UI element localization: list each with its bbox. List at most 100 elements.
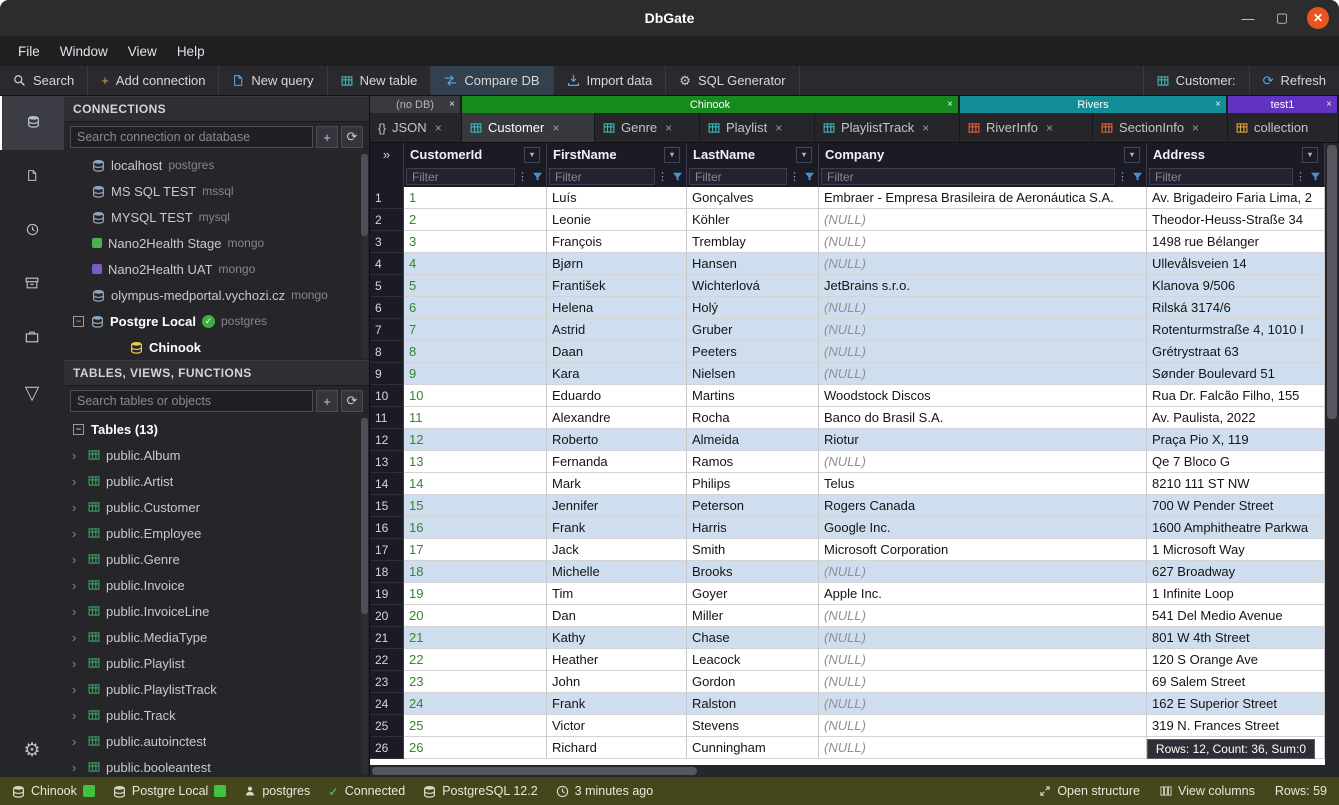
row-number[interactable]: 20 (370, 605, 404, 627)
column-header[interactable]: LastName ▾ (687, 143, 819, 166)
row-number[interactable]: 10 (370, 385, 404, 407)
cell-address[interactable]: Rua Dr. Falcão Filho, 155 (1147, 385, 1325, 407)
row-number[interactable]: 14 (370, 473, 404, 495)
cell-customerid[interactable]: 5 (404, 275, 547, 297)
cell-firstname[interactable]: Victor (547, 715, 687, 737)
tables-search-input[interactable] (70, 390, 313, 412)
filter-funnel-icon[interactable] (1130, 171, 1144, 182)
menu-item[interactable]: Help (167, 40, 215, 63)
close-icon[interactable]: × (1215, 99, 1221, 110)
connection-item[interactable]: Chinook ✓ (64, 334, 369, 360)
chevron-right-icon[interactable]: › (72, 500, 82, 515)
filter-menu-icon[interactable]: ⋮ (1117, 170, 1128, 183)
chevron-right-icon[interactable]: › (72, 604, 82, 619)
chevron-right-icon[interactable]: › (72, 656, 82, 671)
cell-address[interactable]: 1600 Amphitheatre Parkwa (1147, 517, 1325, 539)
menu-item[interactable]: File (8, 40, 50, 63)
cell-customerid[interactable]: 1 (404, 187, 547, 209)
table-item[interactable]: › public.MediaType (64, 624, 369, 650)
cell-lastname[interactable]: Almeida (687, 429, 819, 451)
menu-item[interactable]: Window (50, 40, 118, 63)
cell-company[interactable]: Google Inc. (819, 517, 1147, 539)
cell-lastname[interactable]: Peterson (687, 495, 819, 517)
tables-scrollbar[interactable] (361, 418, 368, 775)
collapse-icon[interactable]: − (73, 424, 84, 435)
cell-company[interactable]: Microsoft Corporation (819, 539, 1147, 561)
cell-company[interactable]: (NULL) (819, 605, 1147, 627)
table-item[interactable]: › public.Playlist (64, 650, 369, 676)
cell-address[interactable]: 8210 111 ST NW (1147, 473, 1325, 495)
cell-customerid[interactable]: 26 (404, 737, 547, 759)
cell-customerid[interactable]: 20 (404, 605, 547, 627)
cell-address[interactable]: Av. Paulista, 2022 (1147, 407, 1325, 429)
cell-customerid[interactable]: 8 (404, 341, 547, 363)
cell-address[interactable]: Rotenturmstraße 4, 1010 I (1147, 319, 1325, 341)
sidebar-item-files[interactable] (0, 150, 64, 204)
cell-company[interactable]: (NULL) (819, 297, 1147, 319)
cell-address[interactable]: Sønder Boulevard 51 (1147, 363, 1325, 385)
maximize-button[interactable]: ▢ (1273, 10, 1291, 26)
cell-address[interactable]: Theodor-Heuss-Straße 34 (1147, 209, 1325, 231)
cell-customerid[interactable]: 3 (404, 231, 547, 253)
tab[interactable]: SectionInfo × (1093, 113, 1228, 142)
cell-company[interactable]: Banco do Brasil S.A. (819, 407, 1147, 429)
cell-firstname[interactable]: Richard (547, 737, 687, 759)
filter-input[interactable] (406, 168, 515, 185)
cell-firstname[interactable]: Heather (547, 649, 687, 671)
cell-lastname[interactable]: Ralston (687, 693, 819, 715)
cell-company[interactable]: JetBrains s.r.o. (819, 275, 1147, 297)
cell-customerid[interactable]: 2 (404, 209, 547, 231)
filter-input[interactable] (689, 168, 787, 185)
cell-address[interactable]: 120 S Orange Ave (1147, 649, 1325, 671)
tab[interactable]: Genre × (595, 113, 700, 142)
minimize-button[interactable]: — (1239, 11, 1257, 26)
column-header[interactable]: Company ▾ (819, 143, 1147, 166)
cell-company[interactable]: (NULL) (819, 737, 1147, 759)
toolbar-button[interactable]: Import data (554, 66, 667, 95)
chevron-down-icon[interactable]: ▾ (796, 147, 812, 163)
cell-lastname[interactable]: Gruber (687, 319, 819, 341)
cell-firstname[interactable]: Kathy (547, 627, 687, 649)
refresh-connections-button[interactable]: ⟳ (341, 126, 363, 148)
connection-item[interactable]: localhost ✓ postgres (64, 152, 369, 178)
cell-company[interactable]: (NULL) (819, 627, 1147, 649)
sidebar-item-archive[interactable] (0, 258, 64, 312)
cell-customerid[interactable]: 24 (404, 693, 547, 715)
toolbar-button[interactable]: ⟳ Refresh (1249, 66, 1339, 95)
chevron-right-icon[interactable]: › (72, 578, 82, 593)
row-number[interactable]: 22 (370, 649, 404, 671)
chevron-down-icon[interactable]: ▾ (1124, 147, 1140, 163)
cell-customerid[interactable]: 21 (404, 627, 547, 649)
cell-lastname[interactable]: Goyer (687, 583, 819, 605)
tables-group[interactable]: − Tables (13) (64, 416, 369, 442)
cell-firstname[interactable]: Tim (547, 583, 687, 605)
cell-address[interactable]: 801 W 4th Street (1147, 627, 1325, 649)
chevron-right-icon[interactable]: › (72, 552, 82, 567)
cell-lastname[interactable]: Smith (687, 539, 819, 561)
scrollbar-thumb[interactable] (1327, 145, 1337, 419)
row-number[interactable]: 21 (370, 627, 404, 649)
cell-firstname[interactable]: François (547, 231, 687, 253)
filter-menu-icon[interactable]: ⋮ (789, 170, 800, 183)
cell-lastname[interactable]: Martins (687, 385, 819, 407)
table-item[interactable]: › public.Invoice (64, 572, 369, 598)
cell-firstname[interactable]: Roberto (547, 429, 687, 451)
cell-company[interactable]: Telus (819, 473, 1147, 495)
add-table-icon-button[interactable]: + (316, 390, 338, 412)
close-icon[interactable]: × (775, 121, 782, 135)
close-icon[interactable]: × (449, 99, 455, 110)
cell-lastname[interactable]: Ramos (687, 451, 819, 473)
toolbar-button[interactable]: Compare DB (431, 66, 553, 95)
chevron-down-icon[interactable]: ▾ (664, 147, 680, 163)
cell-lastname[interactable]: Stevens (687, 715, 819, 737)
toolbar-button[interactable]: Search (0, 66, 88, 95)
statusbar-item[interactable]: Open structure (1039, 784, 1140, 798)
cell-lastname[interactable]: Miller (687, 605, 819, 627)
cell-customerid[interactable]: 11 (404, 407, 547, 429)
cell-customerid[interactable]: 13 (404, 451, 547, 473)
column-header[interactable]: Address ▾ (1147, 143, 1325, 166)
filter-funnel-icon[interactable] (802, 171, 816, 182)
row-number[interactable]: 8 (370, 341, 404, 363)
cell-firstname[interactable]: Frank (547, 517, 687, 539)
cell-firstname[interactable]: Luís (547, 187, 687, 209)
